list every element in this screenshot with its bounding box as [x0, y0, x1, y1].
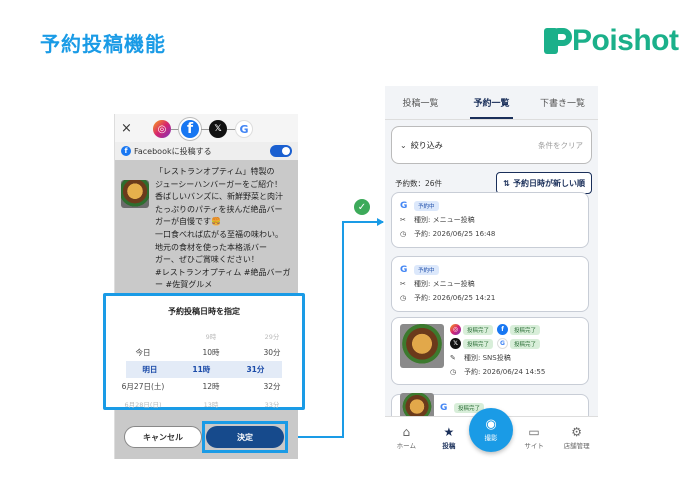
google-icon: G [497, 338, 509, 349]
scheduled-time: 予約: 2026/06/25 14:21 [414, 294, 496, 302]
x-icon[interactable]: 𝕏 [209, 120, 227, 138]
post-type: 種別: メニュー投稿 [414, 280, 475, 288]
picker-row[interactable]: 6月27日(土) 12時 32分 [106, 378, 302, 395]
scheduled-card[interactable]: G 予約中 ✂ 種別: メニュー投稿 ◷ 予約: 2026/06/25 14:21 [391, 256, 589, 312]
google-icon[interactable]: G [235, 120, 253, 138]
platform-status-grid: ◎ 投稿完了 f 投稿完了 𝕏 投稿完了 G 投稿完了 [450, 324, 580, 349]
scheduled-card[interactable]: ◎ 投稿完了 f 投稿完了 𝕏 投稿完了 G 投稿完了 ✎ 種別: SNS投稿 ◷ 予約: … [391, 317, 589, 385]
site-icon: ▭ [528, 425, 540, 439]
picker-row[interactable]: 6月28日(日) 13時 33分 [106, 395, 302, 412]
clock-icon: ◷ [450, 368, 457, 376]
tab-posts[interactable]: 投稿一覧 [385, 86, 456, 119]
right-phone-screen: 投稿一覧 予約一覧 下書き一覧 ⌄ 絞り込み 条件をクリア 予約数：26件 ⇅ … [385, 86, 598, 458]
clear-filter-link[interactable]: 条件をクリア [538, 140, 583, 151]
schedule-picker: 予約投稿日時を指定 9時 29分 今日 10時 30分 明日 11時 31分 6… [103, 293, 305, 410]
sort-button[interactable]: ⇅ 予約日時が新しい順 [496, 172, 592, 194]
picker-row[interactable]: 今日 10時 30分 [106, 344, 302, 361]
count-row: 予約数：26件 ⇅ 予約日時が新しい順 [395, 172, 592, 194]
picker-row[interactable]: 9時 29分 [106, 327, 302, 344]
x-icon: 𝕏 [450, 338, 461, 349]
decide-highlight: 決定 [202, 421, 288, 453]
instagram-icon: ◎ [450, 324, 461, 335]
facebook-toggle-label: Facebookに投稿する [134, 146, 212, 156]
close-icon[interactable]: × [121, 121, 135, 136]
facebook-toggle-row: f Facebookに投稿する [115, 142, 298, 160]
picker-title: 予約投稿日時を指定 [168, 307, 240, 316]
scheduled-time: 予約: 2026/06/25 16:48 [414, 230, 496, 238]
gear-icon: ⚙ [571, 425, 583, 439]
tab-drafts[interactable]: 下書き一覧 [527, 86, 598, 119]
picker-row-selected[interactable]: 明日 11時 31分 [126, 361, 282, 378]
menu-icon: ✂ [400, 216, 406, 224]
facebook-toggle[interactable] [270, 145, 292, 157]
clock-icon: ◷ [400, 294, 407, 302]
camera-icon: ◉ [485, 417, 497, 432]
nav-home[interactable]: ⌂ ホーム [385, 417, 428, 458]
instagram-icon[interactable]: ◎ [153, 120, 171, 138]
tab-scheduled[interactable]: 予約一覧 [456, 86, 527, 119]
chevron-down-icon: ⌄ [400, 140, 407, 150]
post-type: 種別: SNS投稿 [464, 354, 511, 362]
tab-bar: 投稿一覧 予約一覧 下書き一覧 [385, 86, 598, 120]
google-icon: G [400, 265, 408, 275]
status-badge: 予約中 [414, 201, 439, 211]
edit-icon: ✎ [450, 354, 456, 362]
post-type: 種別: メニュー投稿 [414, 216, 475, 224]
post-icon: ★ [443, 425, 455, 439]
burger-thumbnail [121, 180, 149, 208]
status-badge: 投稿完了 [463, 338, 494, 349]
scheduled-time: 予約: 2026/06/24 14:55 [464, 368, 546, 376]
home-icon: ⌂ [402, 425, 411, 439]
filter-bar[interactable]: ⌄ 絞り込み 条件をクリア [391, 126, 592, 164]
nav-store[interactable]: ⚙ 店舗管理 [555, 417, 598, 458]
camera-label: 撮影 [484, 434, 498, 442]
status-badge: 投稿完了 [510, 338, 541, 349]
check-icon: ✓ [354, 199, 370, 215]
status-badge: 投稿完了 [463, 324, 494, 335]
slide: 予約投稿機能 Poishot ✓ × ◎ f 𝕏 G f Facebookに投稿… [0, 0, 700, 496]
facebook-icon: f [497, 324, 509, 335]
google-icon: G [440, 403, 448, 413]
camera-button[interactable]: ◉ 撮影 [469, 408, 513, 452]
scheduled-card[interactable]: G 予約中 ✂ 種別: メニュー投稿 ◷ 予約: 2026/06/25 16:48 [391, 192, 589, 248]
facebook-small-icon: f [121, 146, 131, 156]
status-badge: 投稿完了 [510, 324, 541, 335]
compose-header: × ◎ f 𝕏 G [115, 114, 298, 142]
clock-icon: ◷ [400, 230, 407, 238]
nav-site[interactable]: ▭ サイト [513, 417, 556, 458]
burger-thumbnail [400, 324, 444, 368]
menu-icon: ✂ [400, 280, 406, 288]
sort-icon: ⇅ [503, 178, 510, 188]
google-icon: G [400, 201, 408, 211]
nav-post[interactable]: ★ 投稿 [428, 417, 471, 458]
cancel-button[interactable]: キャンセル [124, 426, 202, 448]
platform-selector: ◎ f 𝕏 G [153, 118, 253, 140]
decide-button[interactable]: 決定 [206, 426, 284, 448]
facebook-icon[interactable]: f [179, 118, 201, 140]
sort-label: 予約日時が新しい順 [513, 178, 585, 188]
scheduled-count: 予約数：26件 [395, 178, 443, 188]
filter-label: 絞り込み [410, 140, 443, 150]
status-badge: 予約中 [414, 265, 439, 275]
